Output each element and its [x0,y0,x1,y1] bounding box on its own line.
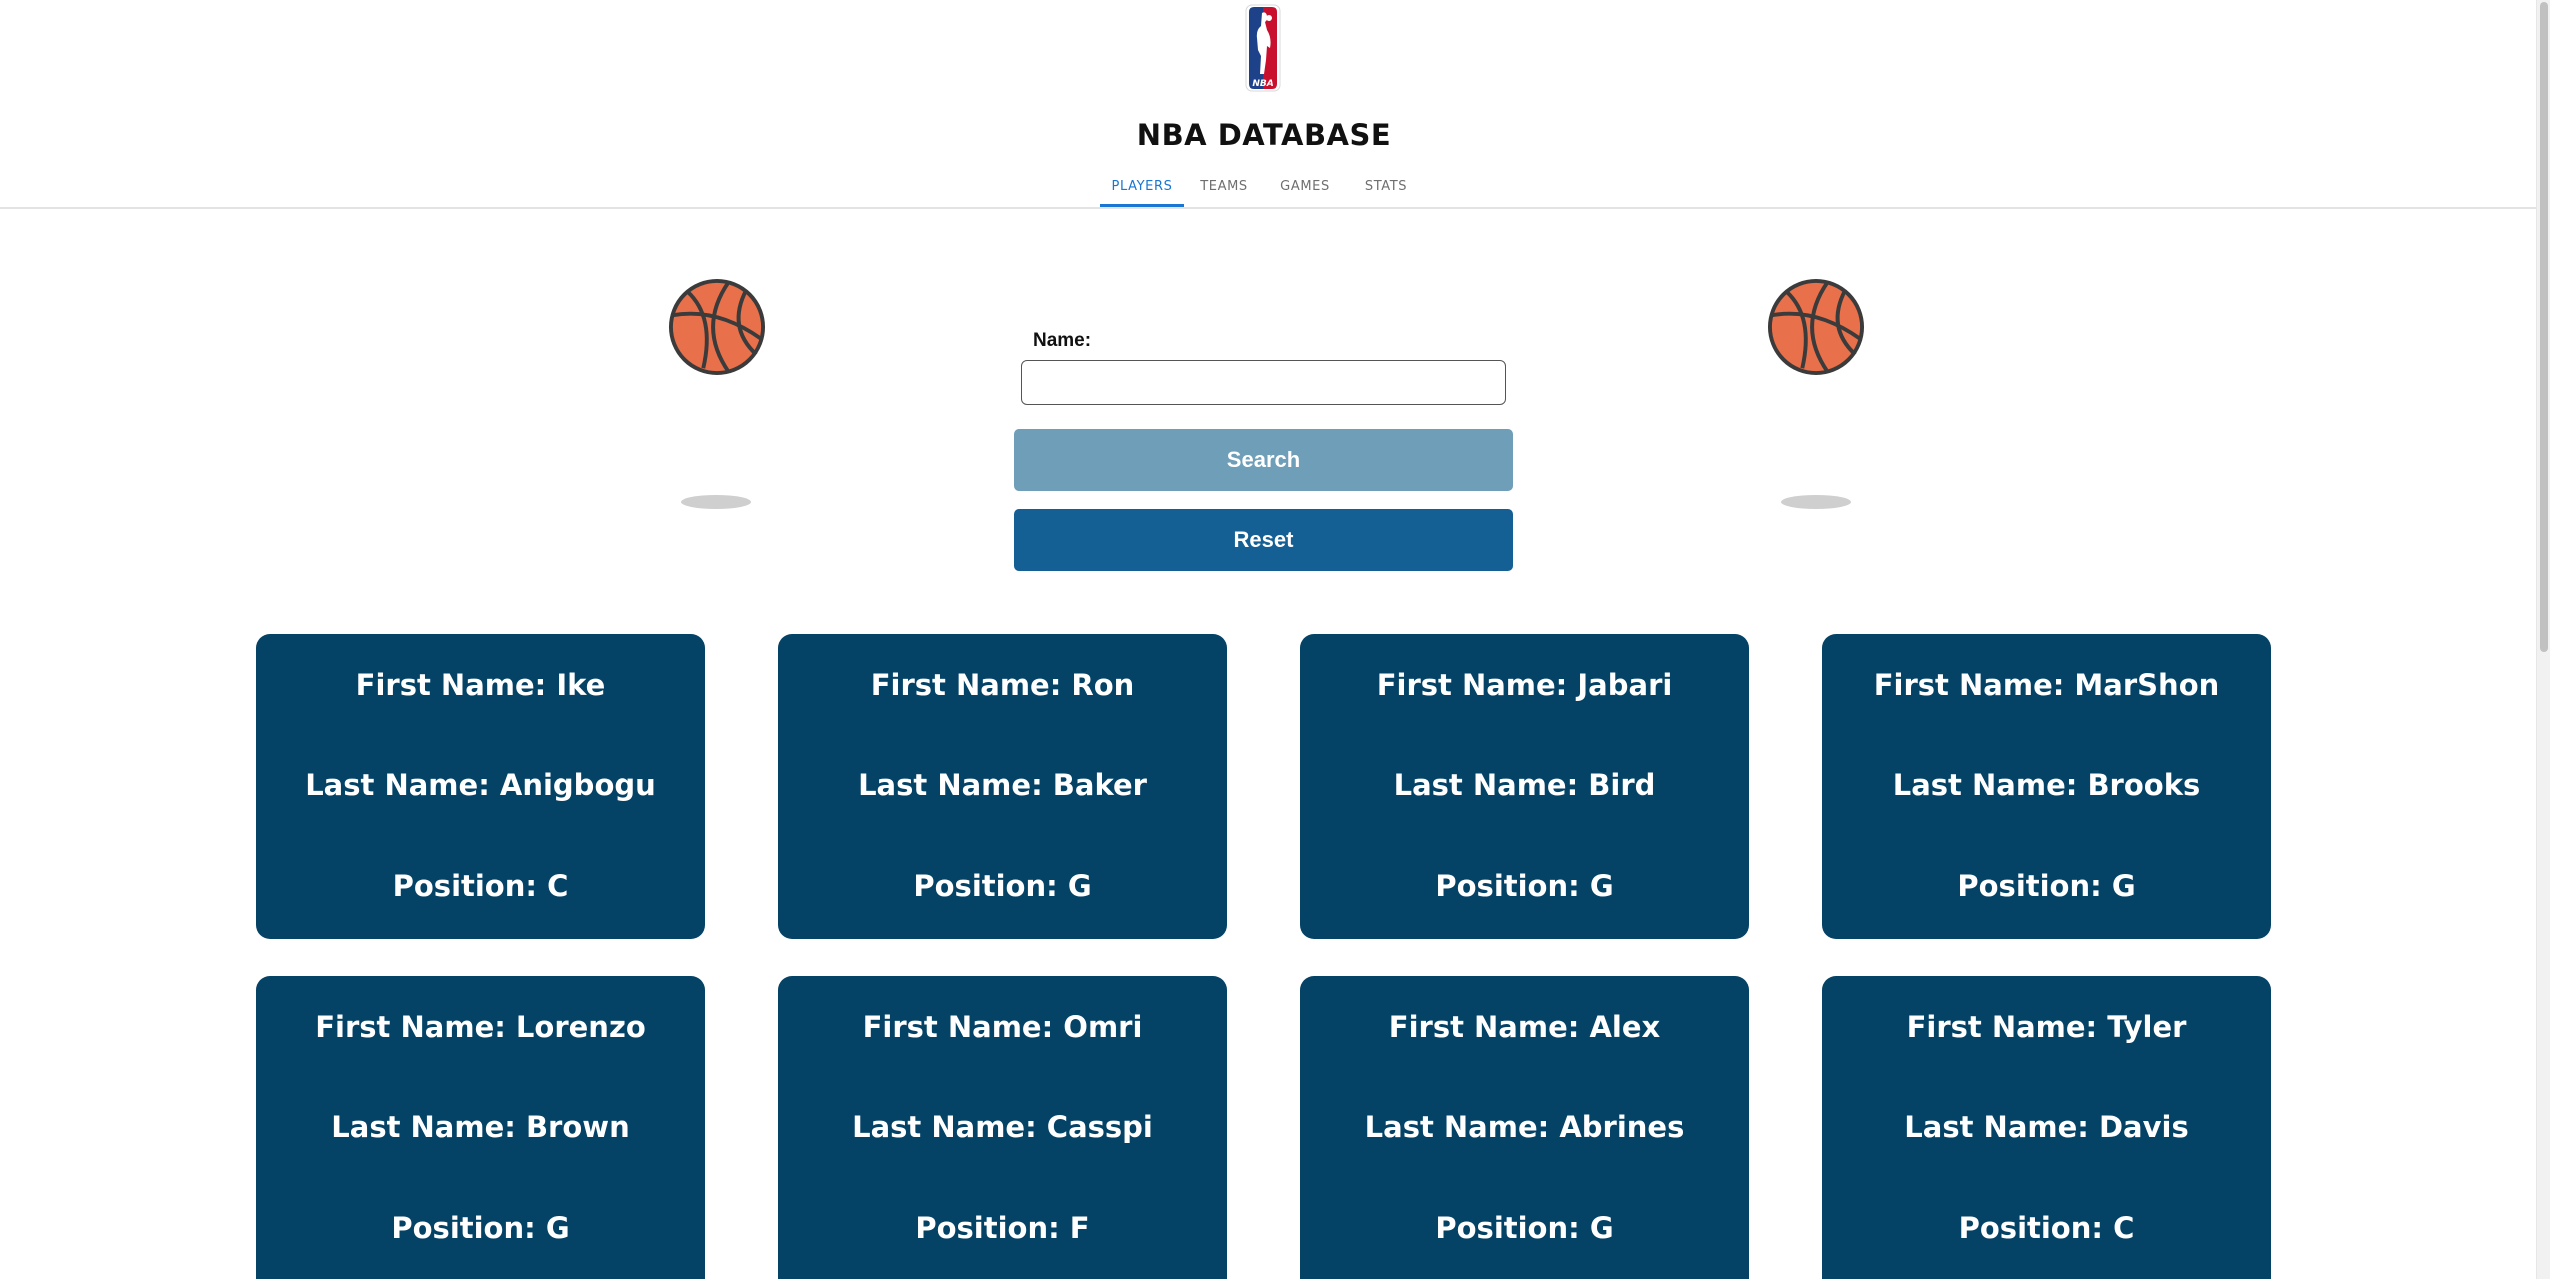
player-last-name: Last Name: Brown [331,1110,630,1144]
page: NBA NBA DATABASE PLAYERS TEAMS GAMES STA… [0,0,2550,1279]
tab-players[interactable]: PLAYERS [1100,170,1184,207]
player-card[interactable]: First Name: Alex Last Name: Abrines Posi… [1300,976,1749,1279]
player-first-name: First Name: MarShon [1873,668,2220,702]
tab-teams[interactable]: TEAMS [1184,170,1264,207]
player-last-name: Last Name: Davis [1904,1110,2189,1144]
player-position: Position: C [392,869,569,903]
basketball-icon [668,278,766,376]
player-last-name: Last Name: Baker [858,768,1147,802]
player-last-name: Last Name: Bird [1393,768,1656,802]
search-button[interactable]: Search [1014,429,1513,491]
logo-text: NBA [1252,79,1273,89]
player-last-name: Last Name: Abrines [1364,1110,1685,1144]
player-card[interactable]: First Name: Lorenzo Last Name: Brown Pos… [256,976,705,1279]
player-position: Position: G [1435,869,1614,903]
player-position: Position: C [1958,1211,2135,1245]
name-input[interactable] [1021,360,1506,405]
player-position: Position: G [1957,869,2136,903]
player-position: Position: F [915,1211,1090,1245]
player-first-name: First Name: Jabari [1376,668,1673,702]
player-card[interactable]: First Name: Ron Last Name: Baker Positio… [778,634,1227,939]
scrollbar-thumb[interactable] [2540,2,2548,652]
player-first-name: First Name: Lorenzo [315,1010,646,1044]
basketball-shadow [681,495,751,509]
page-title: NBA DATABASE [1136,118,1392,152]
player-position: Position: G [1435,1211,1614,1245]
basketball-shadow [1781,495,1851,509]
name-label: Name: [1033,330,1092,351]
player-last-name: Last Name: Casspi [852,1110,1153,1144]
player-card[interactable]: First Name: Omri Last Name: Casspi Posit… [778,976,1227,1279]
basketball-icon [1767,278,1865,376]
player-card[interactable]: First Name: Jabari Last Name: Bird Posit… [1300,634,1749,939]
nba-logo: NBA [1245,4,1281,92]
player-first-name: First Name: Ike [355,668,606,702]
reset-button[interactable]: Reset [1014,509,1513,571]
vertical-scrollbar[interactable] [2536,0,2550,1279]
player-card[interactable]: First Name: Tyler Last Name: Davis Posit… [1822,976,2271,1279]
player-position: Position: G [913,869,1092,903]
tab-games[interactable]: GAMES [1264,170,1346,207]
player-last-name: Last Name: Anigbogu [305,768,656,802]
player-card[interactable]: First Name: Ike Last Name: Anigbogu Posi… [256,634,705,939]
tab-bar: PLAYERS TEAMS GAMES STATS [1100,170,1426,207]
player-first-name: First Name: Omri [862,1010,1143,1044]
player-position: Position: G [391,1211,570,1245]
player-last-name: Last Name: Brooks [1892,768,2201,802]
header: NBA NBA DATABASE PLAYERS TEAMS GAMES STA… [0,0,2536,209]
tab-stats[interactable]: STATS [1346,170,1426,207]
player-first-name: First Name: Alex [1388,1010,1661,1044]
player-card[interactable]: First Name: MarShon Last Name: Brooks Po… [1822,634,2271,939]
player-first-name: First Name: Tyler [1906,1010,2187,1044]
player-first-name: First Name: Ron [870,668,1135,702]
